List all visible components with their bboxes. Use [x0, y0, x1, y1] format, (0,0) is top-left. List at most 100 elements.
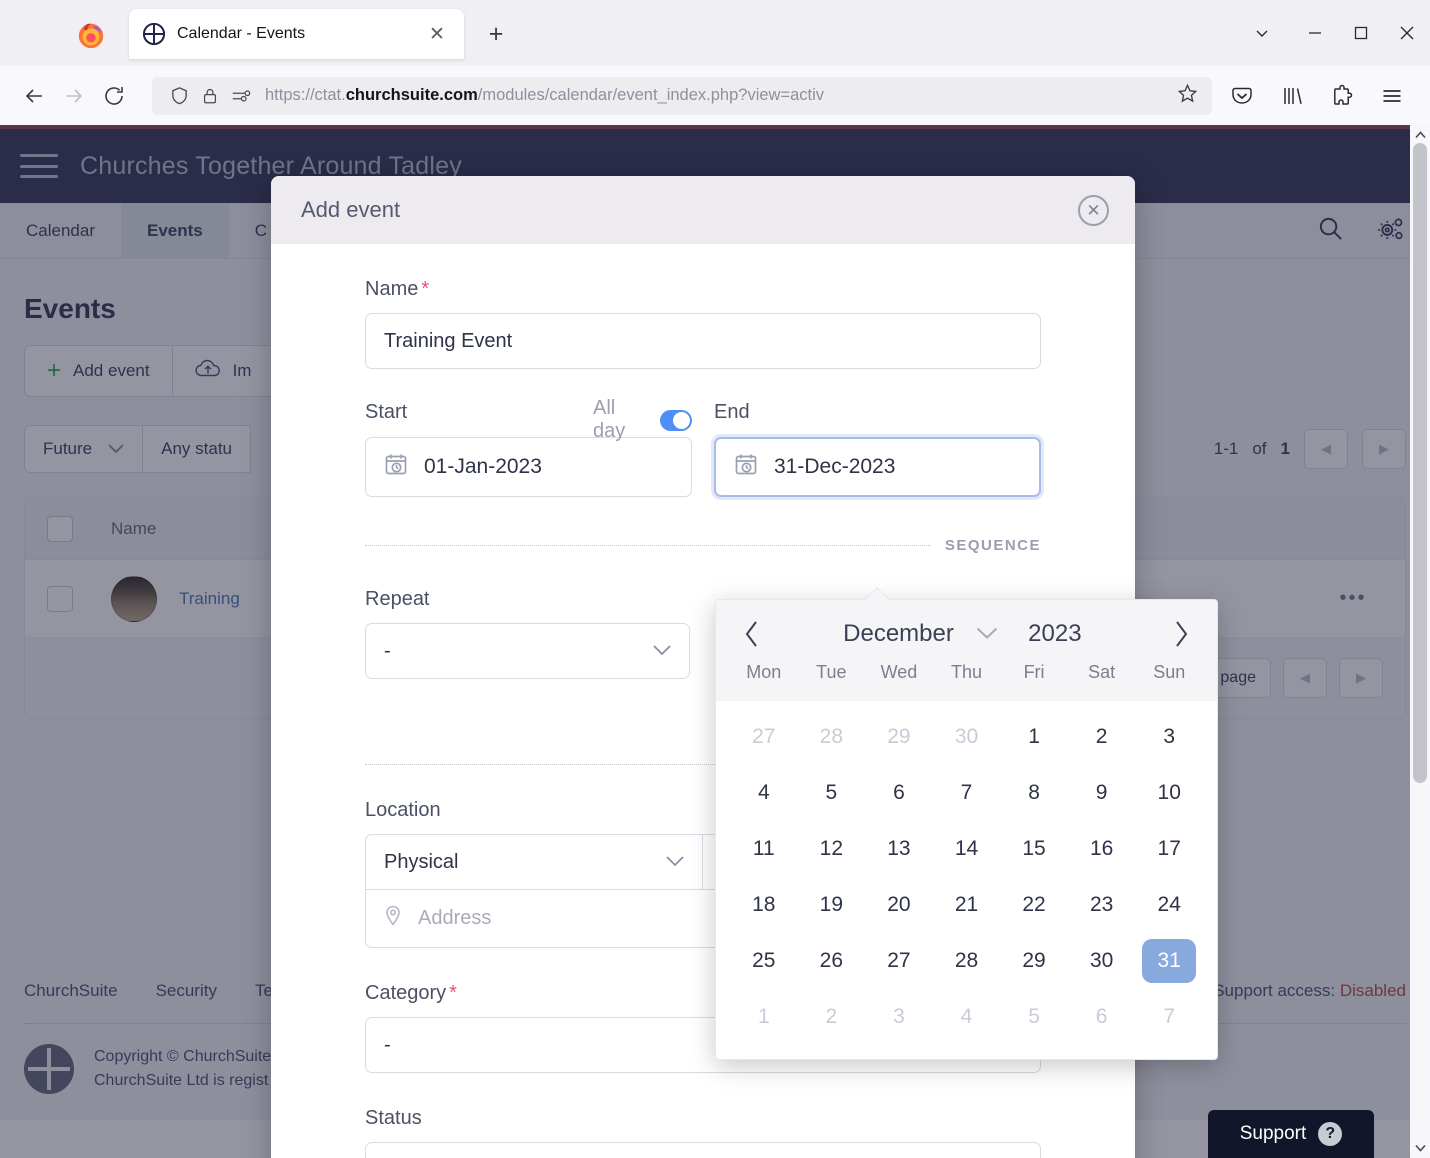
- date-cell[interactable]: 3: [865, 989, 933, 1045]
- date-cell[interactable]: 15: [1000, 821, 1068, 877]
- search-icon[interactable]: [1317, 215, 1344, 247]
- date-cell[interactable]: 8: [1000, 765, 1068, 821]
- app-menu-icon[interactable]: [1374, 78, 1410, 114]
- shield-icon[interactable]: [170, 86, 189, 105]
- date-cell[interactable]: 18: [730, 877, 798, 933]
- date-cell[interactable]: 25: [730, 933, 798, 989]
- date-cell[interactable]: 12: [798, 821, 866, 877]
- pocket-icon[interactable]: [1224, 78, 1260, 114]
- date-cell[interactable]: 6: [1068, 989, 1136, 1045]
- pagination-bottom-prev-button[interactable]: ◀: [1283, 658, 1327, 698]
- date-cell[interactable]: 4: [933, 989, 1001, 1045]
- extensions-icon[interactable]: [1324, 78, 1360, 114]
- date-cell[interactable]: 28: [933, 933, 1001, 989]
- date-cell[interactable]: 27: [730, 709, 798, 765]
- lock-icon[interactable]: [201, 87, 219, 105]
- date-cell[interactable]: 30: [933, 709, 1001, 765]
- date-cell[interactable]: 10: [1135, 765, 1203, 821]
- filter-timeframe-select[interactable]: Future: [24, 425, 144, 473]
- pagination-of: of: [1252, 439, 1267, 458]
- date-cell[interactable]: 29: [865, 709, 933, 765]
- date-cell[interactable]: 28: [798, 709, 866, 765]
- date-cell[interactable]: 6: [865, 765, 933, 821]
- end-date-input[interactable]: 31-Dec-2023: [714, 437, 1041, 497]
- back-button-icon[interactable]: [14, 76, 54, 116]
- tab-list-chevron-icon[interactable]: [1232, 0, 1292, 66]
- location-type-select[interactable]: Physical: [365, 834, 703, 890]
- date-cell[interactable]: 5: [1000, 989, 1068, 1045]
- date-cell[interactable]: 4: [730, 765, 798, 821]
- date-cell[interactable]: 17: [1135, 821, 1203, 877]
- month-label[interactable]: December: [843, 620, 954, 648]
- date-cell[interactable]: 30: [1068, 933, 1136, 989]
- select-all-checkbox[interactable]: [47, 515, 73, 542]
- firefox-logo-icon: [78, 23, 104, 49]
- event-name-input[interactable]: Training Event: [365, 313, 1041, 369]
- start-date-input[interactable]: 01-Jan-2023: [365, 437, 692, 497]
- date-cell[interactable]: 14: [933, 821, 1001, 877]
- permissions-icon[interactable]: [231, 87, 251, 105]
- tab-close-icon[interactable]: ✕: [424, 21, 450, 47]
- prev-month-button[interactable]: [730, 612, 774, 656]
- date-cell-selected[interactable]: 31: [1135, 933, 1203, 989]
- date-cell[interactable]: 29: [1000, 933, 1068, 989]
- support-button[interactable]: Support ?: [1208, 1110, 1374, 1158]
- date-cell[interactable]: 27: [865, 933, 933, 989]
- date-cell[interactable]: 1: [1000, 709, 1068, 765]
- pagination-bottom-next-button[interactable]: ▶: [1339, 658, 1383, 698]
- new-tab-button[interactable]: +: [481, 19, 511, 49]
- date-cell[interactable]: 3: [1135, 709, 1203, 765]
- tab-events[interactable]: Events: [121, 203, 229, 258]
- url-text[interactable]: https://ctat.churchsuite.com/modules/cal…: [265, 86, 1177, 105]
- date-cell[interactable]: 23: [1068, 877, 1136, 933]
- date-cell[interactable]: 9: [1068, 765, 1136, 821]
- date-cell[interactable]: 2: [798, 989, 866, 1045]
- date-cell[interactable]: 20: [865, 877, 933, 933]
- app-menu-hamburger-icon[interactable]: [20, 151, 58, 181]
- repeat-select[interactable]: -: [365, 623, 690, 679]
- date-cell[interactable]: 19: [798, 877, 866, 933]
- import-button[interactable]: Im: [172, 345, 275, 397]
- date-cell[interactable]: 13: [865, 821, 933, 877]
- date-cell[interactable]: 7: [933, 765, 1001, 821]
- status-select[interactable]: Confirmed: [365, 1142, 1041, 1158]
- settings-gears-icon[interactable]: [1376, 215, 1406, 248]
- scrollbar-thumb[interactable]: [1413, 143, 1427, 783]
- pagination-prev-button[interactable]: ◀: [1304, 429, 1348, 469]
- date-cell[interactable]: 26: [798, 933, 866, 989]
- all-day-toggle-group[interactable]: All day: [593, 397, 692, 443]
- add-event-button[interactable]: + Add event: [24, 345, 173, 397]
- date-cell[interactable]: 5: [798, 765, 866, 821]
- page-scrollbar[interactable]: [1410, 125, 1430, 1158]
- window-close-button[interactable]: [1384, 0, 1430, 66]
- date-cell[interactable]: 22: [1000, 877, 1068, 933]
- url-bar[interactable]: https://ctat.churchsuite.com/modules/cal…: [152, 76, 1212, 115]
- browser-tab[interactable]: Calendar - Events ✕: [129, 9, 464, 59]
- window-minimize-button[interactable]: [1292, 0, 1338, 66]
- date-cell[interactable]: 21: [933, 877, 1001, 933]
- footer-link-churchsuite[interactable]: ChurchSuite: [24, 981, 118, 1001]
- pagination-next-button[interactable]: ▶: [1362, 429, 1406, 469]
- scroll-down-arrow-icon[interactable]: [1410, 1138, 1430, 1158]
- scroll-up-arrow-icon[interactable]: [1410, 125, 1430, 145]
- row-checkbox[interactable]: [47, 585, 73, 612]
- date-cell[interactable]: 16: [1068, 821, 1136, 877]
- date-cell[interactable]: 11: [730, 821, 798, 877]
- date-cell[interactable]: 2: [1068, 709, 1136, 765]
- next-month-button[interactable]: [1159, 612, 1203, 656]
- footer-link-security[interactable]: Security: [156, 981, 217, 1001]
- bookmark-star-icon[interactable]: [1177, 83, 1202, 109]
- tab-calendar[interactable]: Calendar: [0, 203, 121, 258]
- all-day-toggle[interactable]: [659, 409, 692, 431]
- reload-button-icon[interactable]: [94, 76, 134, 116]
- window-maximize-button[interactable]: [1338, 0, 1384, 66]
- library-icon[interactable]: [1274, 78, 1310, 114]
- date-cell[interactable]: 1: [730, 989, 798, 1045]
- date-cell[interactable]: 24: [1135, 877, 1203, 933]
- row-actions-menu[interactable]: •••: [1323, 587, 1383, 610]
- close-icon[interactable]: ✕: [1078, 195, 1109, 226]
- filter-status-select[interactable]: Any statu: [143, 425, 252, 473]
- date-cell[interactable]: 7: [1135, 989, 1203, 1045]
- chevron-down-icon[interactable]: [976, 626, 998, 643]
- year-label[interactable]: 2023: [1020, 620, 1090, 648]
